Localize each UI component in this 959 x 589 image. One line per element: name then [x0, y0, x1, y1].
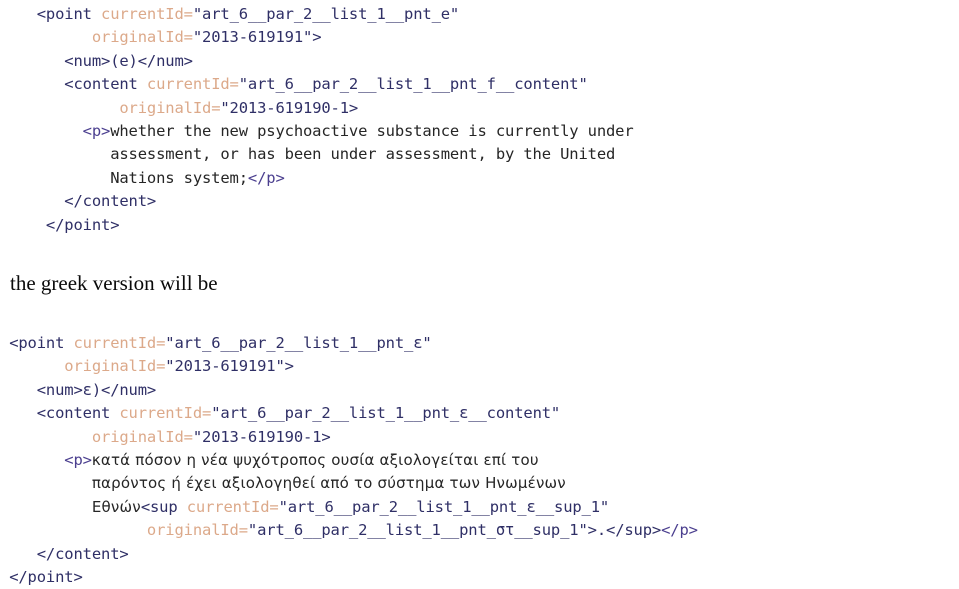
code-token-tag: </sup>: [606, 521, 662, 540]
code-token-body: assessment, or has been under assessment…: [110, 145, 616, 164]
code-token-val: "art_6__par_2__list_1__pnt_ε": [165, 334, 432, 352]
code-token-attr: originalId=: [119, 98, 221, 117]
code-line: <p>κατά πόσον η νέα ψυχότροπος ουσία αξι…: [0, 449, 959, 472]
code-token-tag: <content: [36, 404, 120, 423]
code-token-attr: originalId=: [91, 427, 193, 446]
code-token-ptag: <p>: [64, 450, 92, 469]
code-token-tag: <sup: [140, 497, 187, 516]
code-token-tag: <point: [9, 334, 74, 352]
code-line: <p>whether the new psychoactive substanc…: [0, 120, 959, 143]
code-token-val: "2013-619191">: [192, 28, 322, 47]
code-token-tag: <num>(e)</num>: [64, 51, 193, 70]
code-token-val: "2013-619191">: [165, 357, 294, 376]
code-token-val: "2013-619190-1>: [192, 427, 331, 446]
code-line: originalId="art_6__par_2__list_1__pnt_στ…: [0, 519, 959, 542]
code-token-body: whether the new psychoactive substance i…: [110, 121, 634, 140]
code-token-val: "art_6__par_2__list_1__pnt_ε__content": [211, 404, 561, 423]
code-token-attr: currentId=: [101, 5, 193, 23]
code-line: </content>: [0, 190, 959, 213]
code-token-tag: <point: [36, 5, 102, 23]
code-token-attr: currentId=: [186, 497, 279, 516]
code-token-tag: </point>: [9, 567, 83, 586]
code-token-gbody: Εθνών: [91, 497, 141, 516]
code-token-tag: <num>ε)</num>: [36, 380, 157, 399]
code-line: </content>: [0, 543, 959, 566]
code-token-attr: originalId=: [64, 357, 166, 376]
code-line: assessment, or has been under assessment…: [0, 143, 959, 166]
code-line: <point currentId="art_6__par_2__list_1__…: [0, 332, 959, 355]
code-token-val: "art_6__par_2__list_1__pnt_f__content": [238, 75, 588, 94]
code-token-ptag: </p>: [247, 168, 285, 187]
code-token-tag: </content>: [36, 544, 129, 563]
code-line: Nations system;</p>: [0, 167, 959, 190]
code-line: παρόντος ή έχει αξιολογηθεί από το σύστη…: [0, 472, 959, 495]
code-line: originalId="2013-619190-1>: [0, 426, 959, 449]
code-line: <content currentId="art_6__par_2__list_1…: [0, 402, 959, 425]
code-token-attr: currentId=: [119, 404, 212, 423]
greek-version-note: the greek version will be: [10, 271, 218, 295]
code-token-body: Nations system;: [110, 168, 248, 187]
code-line: <content currentId="art_6__par_2__list_1…: [0, 73, 959, 96]
code-token-tag: </point>: [45, 215, 120, 234]
code-token-gbody: παρόντος ή έχει αξιολογηθεί από το σύστη…: [91, 474, 566, 493]
code-token-attr: currentId=: [73, 334, 166, 352]
code-line: <num>(e)</num>: [0, 50, 959, 73]
code-token-val: "art_6__par_2__list_1__pnt_στ__sup_1">.: [247, 521, 607, 540]
code-line: Εθνών<sup currentId="art_6__par_2__list_…: [0, 496, 959, 519]
code-token-ptag: </p>: [661, 521, 698, 540]
code-line: <num>ε)</num>: [0, 379, 959, 402]
code-token-gbody: κατά πόσον η νέα ψυχότροπος ουσία αξιολο…: [91, 450, 539, 469]
code-token-val: "2013-619190-1>: [220, 98, 359, 117]
code-token-tag: <content: [64, 75, 147, 94]
code-token-attr: originalId=: [91, 28, 193, 47]
code-line: originalId="2013-619191">: [0, 26, 959, 49]
code-line: <point currentId="art_6__par_2__list_1__…: [0, 3, 959, 26]
english-xml-snippet: <point currentId="art_6__par_2__list_1__…: [0, 3, 959, 237]
code-token-ptag: <p>: [82, 121, 111, 140]
greek-xml-snippet: <point currentId="art_6__par_2__list_1__…: [0, 332, 959, 589]
code-line: originalId="2013-619190-1>: [0, 97, 959, 120]
document-page: <point currentId="art_6__par_2__list_1__…: [0, 0, 959, 586]
code-token-val: "art_6__par_2__list_1__pnt_e": [192, 5, 460, 23]
code-line: </point>: [0, 566, 959, 589]
code-line: originalId="2013-619191">: [0, 355, 959, 378]
code-token-tag: </content>: [64, 192, 157, 211]
code-token-attr: originalId=: [146, 521, 248, 540]
code-token-attr: currentId=: [146, 75, 239, 94]
code-line: </point>: [0, 214, 959, 237]
code-token-val: "art_6__par_2__list_1__pnt_ε__sup_1": [278, 497, 610, 516]
